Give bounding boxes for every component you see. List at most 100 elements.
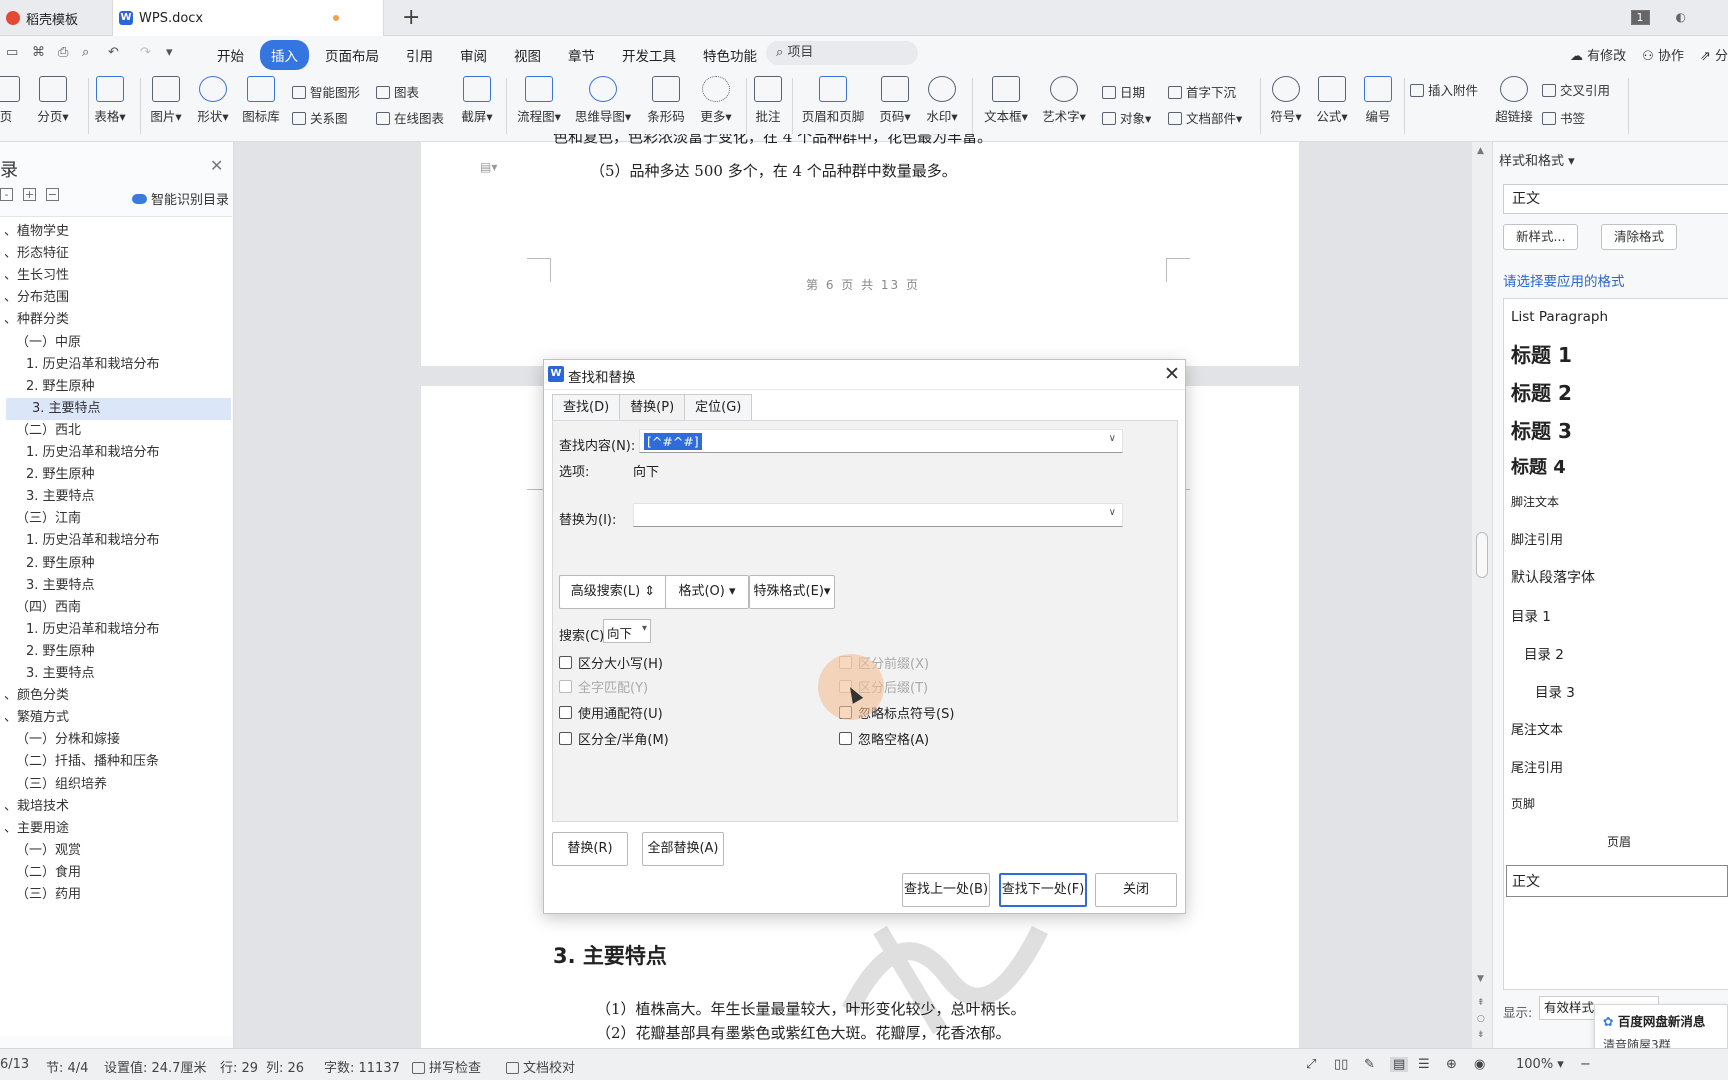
section-break-button[interactable]: 分页▾ <box>30 76 76 125</box>
chart-button[interactable]: 图表 <box>376 82 419 101</box>
screenshot-button[interactable]: 截屏▾ <box>456 76 498 125</box>
menu-tab-8[interactable]: 特色功能 <box>692 40 768 70</box>
menu-tab-6[interactable]: 章节 <box>557 40 606 70</box>
menu-tab-4[interactable]: 审阅 <box>449 40 498 70</box>
toc-item[interactable]: 1. 历史沿革和栽培分布 <box>0 354 225 376</box>
zoom-level[interactable]: 100% ▾ <box>1516 1057 1564 1072</box>
menu-tab-7[interactable]: 开发工具 <box>611 40 687 70</box>
watermark-button[interactable]: 水印▾ <box>922 76 962 125</box>
whole-word-checkbox[interactable]: 全字匹配(Y) <box>559 677 648 696</box>
style-item[interactable]: 标题 3 <box>1511 415 1572 444</box>
comment-button[interactable]: 批注 <box>752 76 784 125</box>
nav-close-icon[interactable]: ✕ <box>210 156 223 175</box>
menu-tab-0[interactable]: 开始 <box>206 40 255 70</box>
search-direction-select[interactable]: 向下 ▾ <box>603 619 651 643</box>
tab-template[interactable]: 稻壳模板 <box>0 0 108 36</box>
scroll-thumb[interactable] <box>1476 532 1488 578</box>
find-history-chevron-icon[interactable]: ∨ <box>1109 433 1116 444</box>
toc-item[interactable]: （二）扦插、播种和压条 <box>0 751 225 773</box>
toc-item[interactable]: 、植物学史 <box>0 221 225 243</box>
header-footer-button[interactable]: 页眉和页脚 <box>800 76 866 125</box>
flowchart-button[interactable]: 流程图▾ <box>514 76 564 125</box>
collapse-icon[interactable]: − <box>46 188 59 201</box>
online-chart-button[interactable]: 在线图表 <box>376 108 444 127</box>
tab-replace[interactable]: 替换(P) <box>619 394 686 420</box>
toc-item[interactable]: 、形态特征 <box>0 243 225 265</box>
style-item[interactable]: 正文 <box>1506 865 1728 897</box>
style-item[interactable]: 脚注文本 <box>1511 493 1559 510</box>
toc-item[interactable]: （三）江南 <box>0 508 225 530</box>
status-page[interactable]: 6/13 <box>0 1057 29 1072</box>
replace-button[interactable]: 替换(R) <box>552 832 628 866</box>
toc-item[interactable]: （一）观赏 <box>0 840 225 862</box>
preview-icon[interactable]: ⌕ <box>82 45 89 60</box>
toc-item[interactable]: 、生长习性 <box>0 265 225 287</box>
ignore-space-checkbox[interactable]: 忽略空格(A) <box>839 729 929 748</box>
dropcap-button[interactable]: 首字下沉 <box>1168 82 1236 101</box>
page-number-button[interactable]: 页码▾ <box>876 76 914 125</box>
outline-view-icon[interactable]: ☰ <box>1418 1057 1430 1072</box>
mindmap-button[interactable]: 思维导图▾ <box>572 76 634 125</box>
picture-button[interactable]: 图片▾ <box>146 76 186 125</box>
menu-tab-5[interactable]: 视图 <box>503 40 552 70</box>
toc-item[interactable]: 3. 主要特点 <box>0 575 225 597</box>
shape-button[interactable]: 形状▾ <box>192 76 234 125</box>
smart-toc-button[interactable]: 智能识别目录 <box>132 189 229 208</box>
write-mode-icon[interactable]: ✎ <box>1364 1057 1375 1072</box>
window-count-badge[interactable]: 1 <box>1630 10 1650 25</box>
select-browse-icon[interactable]: ○ <box>1477 1014 1485 1024</box>
scroll-down-icon[interactable]: ▼ <box>1477 974 1484 984</box>
paragraph-mark-icon[interactable]: ▤▾ <box>480 160 497 174</box>
tab-document[interactable]: W WPS.docx <box>112 0 384 36</box>
quick-access-more-icon[interactable]: ▾ <box>166 45 173 60</box>
table-button[interactable]: 表格▾ <box>90 76 130 125</box>
toc-item[interactable]: （一）分株和嫁接 <box>0 729 225 751</box>
next-page-icon[interactable]: ⇟ <box>1477 1030 1485 1040</box>
clear-format-button[interactable]: 清除格式 <box>1601 224 1678 250</box>
find-input[interactable]: [^#^#] ∨ <box>639 429 1123 453</box>
style-item[interactable]: 目录 3 <box>1535 681 1575 701</box>
expand-icon[interactable]: + <box>23 188 36 201</box>
page-button[interactable]: 页 <box>0 76 26 125</box>
style-item[interactable]: 默认段落字体 <box>1511 567 1595 587</box>
object-button[interactable]: 对象▾ <box>1102 108 1151 127</box>
close-dialog-button[interactable]: 关闭 <box>1095 873 1177 907</box>
toc-item[interactable]: 、繁殖方式 <box>0 707 225 729</box>
toc-item[interactable]: （一）中原 <box>0 332 225 354</box>
toc-item[interactable]: 1. 历史沿革和栽培分布 <box>0 619 225 641</box>
width-checkbox[interactable]: 区分全/半角(M) <box>559 729 669 748</box>
skin-icon[interactable]: ◐ <box>1676 10 1686 25</box>
toc-item[interactable]: 、颜色分类 <box>0 685 225 707</box>
collab-button[interactable]: ⚇ 协作 <box>1642 45 1684 64</box>
wordart-button[interactable]: 艺术字▾ <box>1038 76 1090 125</box>
date-button[interactable]: 日期 <box>1102 82 1145 101</box>
style-item[interactable]: 标题 2 <box>1511 377 1572 406</box>
symbol-button[interactable]: 符号▾ <box>1266 76 1306 125</box>
toc-item[interactable]: 、分布范围 <box>0 287 225 309</box>
textbox-button[interactable]: 文本框▾ <box>980 76 1032 125</box>
hyperlink-button[interactable]: 超链接 <box>1492 76 1536 125</box>
barcode-button[interactable]: 条形码 <box>644 76 688 125</box>
toc-item[interactable]: 、主要用途 <box>0 818 225 840</box>
prev-page-icon[interactable]: ⇞ <box>1477 998 1485 1008</box>
style-item[interactable]: List Paragraph <box>1511 309 1608 325</box>
bookmark-button[interactable]: 书签 <box>1542 108 1585 127</box>
style-item[interactable]: 标题 4 <box>1511 453 1566 479</box>
style-item[interactable]: 尾注引用 <box>1511 757 1563 776</box>
numbering-button[interactable]: 编号 <box>1360 76 1396 125</box>
toc-item[interactable]: 、种群分类 <box>0 309 225 331</box>
toc-item[interactable]: 2. 野生原种 <box>0 553 225 575</box>
toc-item[interactable]: 1. 历史沿革和栽培分布 <box>0 530 225 552</box>
style-item[interactable]: 目录 1 <box>1511 605 1551 625</box>
style-item[interactable]: 目录 2 <box>1524 643 1564 663</box>
toc-item[interactable]: （三）药用 <box>0 884 225 906</box>
eye-protect-icon[interactable]: ◉ <box>1474 1057 1485 1072</box>
style-pane-header[interactable]: 样式和格式 ▾ <box>1499 150 1575 169</box>
collapse-all-icon[interactable]: - <box>0 188 13 201</box>
toc-item[interactable]: 2. 野生原种 <box>0 464 225 486</box>
undo-icon[interactable]: ↶ <box>108 45 119 60</box>
style-item[interactable]: 脚注引用 <box>1511 529 1563 548</box>
toc-item[interactable]: 2. 野生原种 <box>0 376 225 398</box>
toc-item[interactable]: （二）食用 <box>0 862 225 884</box>
toc-item[interactable]: 3. 主要特点 <box>0 663 225 685</box>
